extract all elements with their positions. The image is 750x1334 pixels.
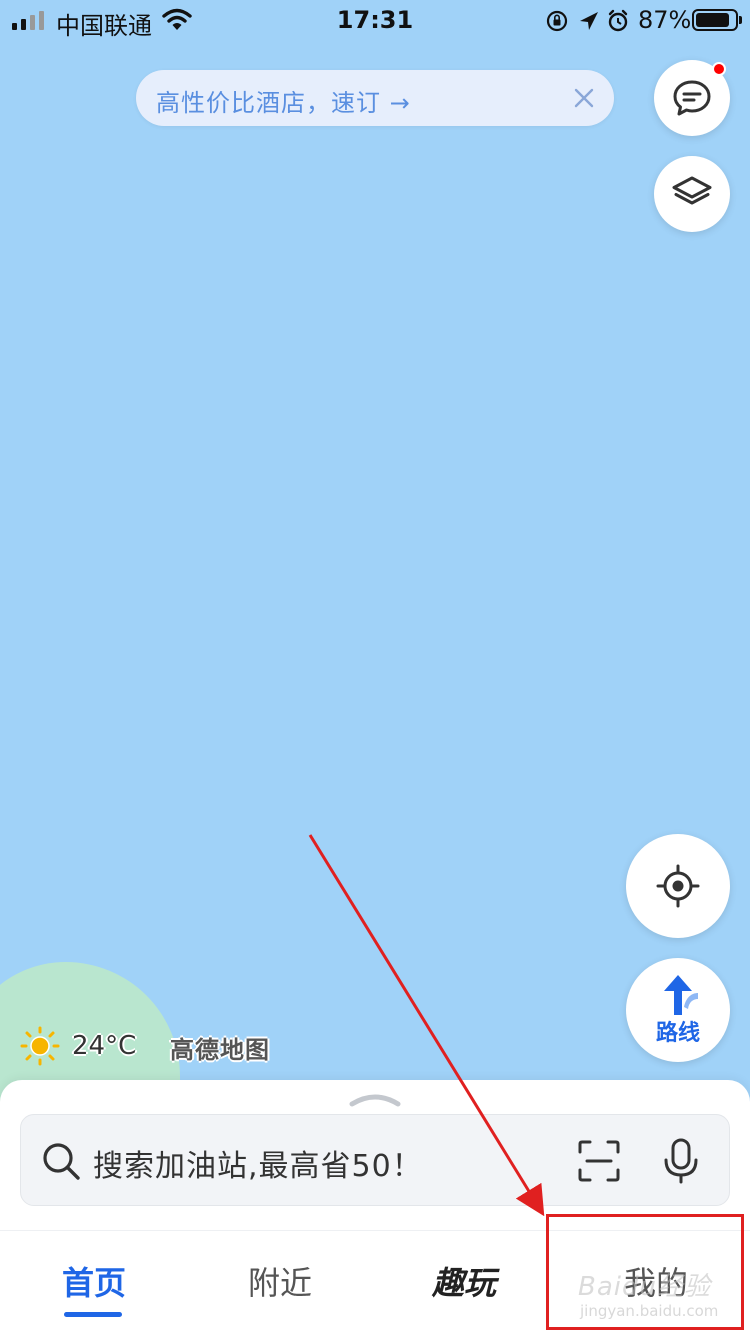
route-label: 路线 [655,1021,700,1046]
tab-home-indicator [64,1312,122,1317]
locate-button[interactable] [626,834,730,938]
tab-home[interactable]: 首页 [62,1258,126,1304]
hotel-promo-banner[interactable]: 高性价比酒店，速订 → [136,70,614,126]
notification-dot [712,62,726,76]
location-arrow-icon [580,12,598,30]
weather-widget[interactable]: 24°C [20,1026,136,1066]
search-bar[interactable]: 搜索加油站,最高省50！ [20,1114,730,1206]
message-button[interactable] [654,60,730,136]
alarm-icon [608,9,628,32]
layers-icon [672,176,712,205]
chevron-up-icon[interactable] [348,1090,402,1108]
sun-icon [20,1026,60,1066]
search-icon [43,1143,80,1180]
battery-percentage: 87% [638,6,692,34]
tab-play[interactable]: 趣玩 [432,1258,496,1304]
scan-icon[interactable] [577,1139,621,1183]
route-button[interactable]: 路线 [626,958,730,1062]
message-icon [673,80,711,116]
locate-icon [656,864,700,908]
promo-text[interactable]: 高性价比酒店，速订 → [156,83,411,118]
close-icon[interactable] [570,84,598,112]
search-placeholder[interactable]: 搜索加油站,最高省50！ [93,1141,423,1185]
route-icon [664,975,698,1015]
tab-nearby[interactable]: 附近 [248,1258,312,1304]
microphone-icon[interactable] [661,1137,701,1185]
status-bar: 中国联通 17:31 87% [0,0,750,40]
temperature: 24°C [72,1031,137,1061]
layers-button[interactable] [654,156,730,232]
brand-logo: 高德地图 [170,1036,270,1064]
battery-icon [692,9,742,31]
orientation-lock-icon [546,10,568,32]
annotation-highlight-box [546,1214,744,1330]
status-icons [546,9,628,32]
battery-fill [696,13,729,27]
